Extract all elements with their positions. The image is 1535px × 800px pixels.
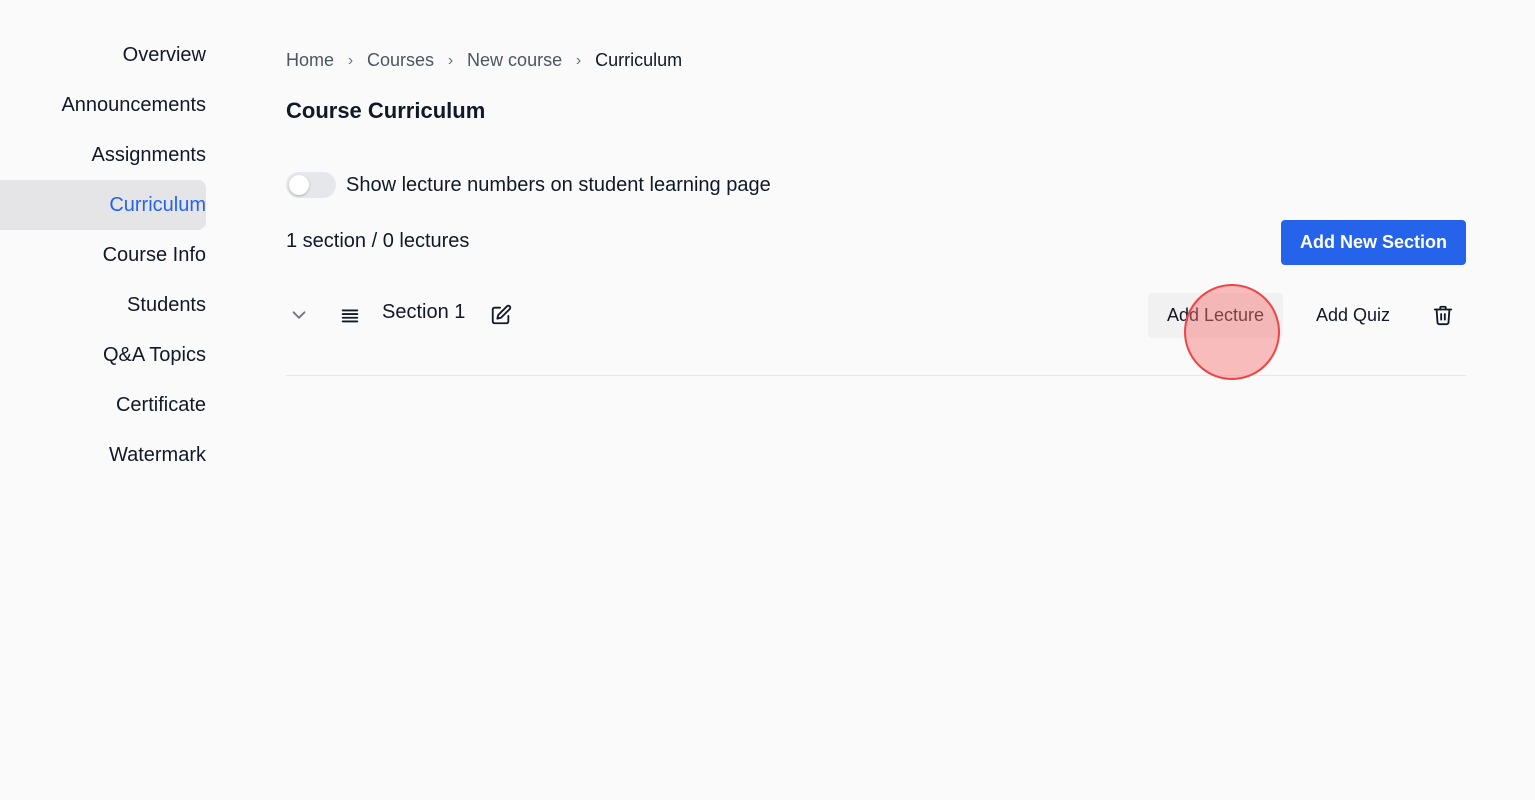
course-sidebar: Overview Announcements Assignments Curri…: [0, 30, 210, 480]
sidebar-item-certificate[interactable]: Certificate: [0, 380, 206, 430]
edit-icon[interactable]: [490, 304, 512, 326]
breadcrumb-home[interactable]: Home: [286, 50, 334, 71]
sidebar-item-announcements[interactable]: Announcements: [0, 80, 206, 130]
sidebar-item-qa-topics[interactable]: Q&A Topics: [0, 330, 206, 380]
lecture-numbers-toggle[interactable]: [286, 172, 336, 198]
sidebar-item-label: Overview: [122, 44, 206, 66]
sidebar-item-label: Curriculum: [109, 194, 206, 216]
sidebar-item-label: Course Info: [102, 244, 206, 266]
curriculum-page: Overview Announcements Assignments Curri…: [0, 0, 1535, 800]
trash-icon[interactable]: [1432, 304, 1454, 326]
breadcrumb-separator-icon: ›: [575, 51, 582, 69]
sidebar-item-label: Watermark: [108, 444, 206, 466]
lecture-numbers-setting: Show lecture numbers on student learning…: [286, 172, 771, 198]
section-row: Section 1 Add Lecture Add Quiz: [286, 290, 1466, 376]
drag-handle-icon[interactable]: [339, 304, 361, 326]
add-new-section-button[interactable]: Add New Section: [1280, 220, 1466, 265]
breadcrumb-separator-icon: ›: [447, 51, 454, 69]
sidebar-item-label: Assignments: [91, 144, 207, 166]
page-title: Course Curriculum: [286, 98, 486, 123]
breadcrumb-courses[interactable]: Courses: [367, 50, 434, 71]
sidebar-item-overview[interactable]: Overview: [0, 30, 206, 80]
sidebar-item-course-info[interactable]: Course Info: [0, 230, 206, 280]
toggle-knob: [289, 175, 309, 195]
chevron-down-icon[interactable]: [288, 304, 310, 326]
breadcrumb-new-course[interactable]: New course: [467, 50, 562, 71]
sidebar-item-label: Students: [127, 294, 206, 316]
breadcrumb-separator-icon: ›: [347, 51, 354, 69]
curriculum-summary: 1 section / 0 lectures: [286, 230, 470, 252]
sidebar-item-assignments[interactable]: Assignments: [0, 130, 207, 180]
sidebar-item-students[interactable]: Students: [0, 280, 206, 330]
breadcrumb: Home › Courses › New course › Curriculum: [286, 50, 682, 71]
lecture-numbers-label: Show lecture numbers on student learning…: [346, 173, 771, 196]
add-lecture-button[interactable]: Add Lecture: [1148, 293, 1284, 338]
section-title: Section 1: [382, 301, 466, 323]
sidebar-item-watermark[interactable]: Watermark: [0, 430, 206, 480]
sidebar-item-curriculum[interactable]: Curriculum: [0, 180, 206, 230]
sidebar-item-label: Announcements: [61, 94, 206, 116]
add-quiz-button[interactable]: Add Quiz: [1297, 293, 1409, 338]
sidebar-item-label: Q&A Topics: [102, 344, 206, 366]
breadcrumb-curriculum: Curriculum: [595, 50, 683, 70]
sidebar-item-label: Certificate: [115, 394, 206, 416]
